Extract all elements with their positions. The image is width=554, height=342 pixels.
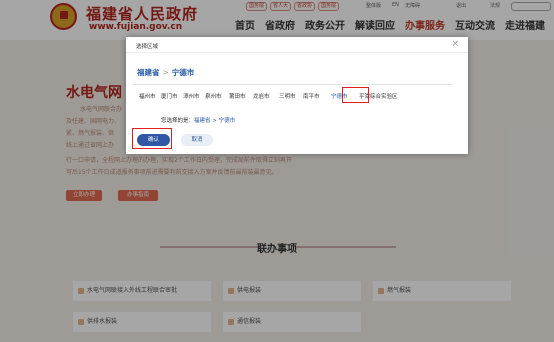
selection-label: 您选择的是： [161,118,195,124]
breadcrumb-province[interactable]: 福建省 [137,68,160,77]
city-option-quanzhou[interactable]: 泉州市 [205,92,222,100]
city-option-longyan[interactable]: 龙岩市 [253,92,270,100]
selection-value: 福建省 > 宁德市 [194,118,236,124]
dialog-divider [126,52,468,53]
breadcrumb-separator: > [162,68,169,77]
city-option-nanping[interactable]: 南平市 [303,92,320,100]
region-select-dialog: 选择区域 × 福建省 > 宁德市 福州市 厦门市 漳州市 泉州市 莆田市 龙岩市 三… [126,37,468,154]
breadcrumb-city[interactable]: 宁德市 [172,68,195,77]
selection-summary: 您选择的是：福建省 > 宁德市 [161,116,235,124]
close-icon[interactable]: × [451,39,459,49]
region-breadcrumb: 福建省 > 宁德市 [133,58,453,85]
dialog-title: 选择区域 [136,44,159,50]
city-option-xiamen[interactable]: 厦门市 [161,92,178,100]
selected-city-highlight [342,87,369,103]
city-option-sanming[interactable]: 三明市 [279,92,296,100]
city-option-putian[interactable]: 莆田市 [229,92,246,100]
city-option-zhangzhou[interactable]: 漳州市 [183,92,200,100]
confirm-button[interactable]: 确认 [137,134,170,146]
cancel-button[interactable]: 取消 [181,134,213,146]
city-option-fuzhou[interactable]: 福州市 [139,92,156,100]
